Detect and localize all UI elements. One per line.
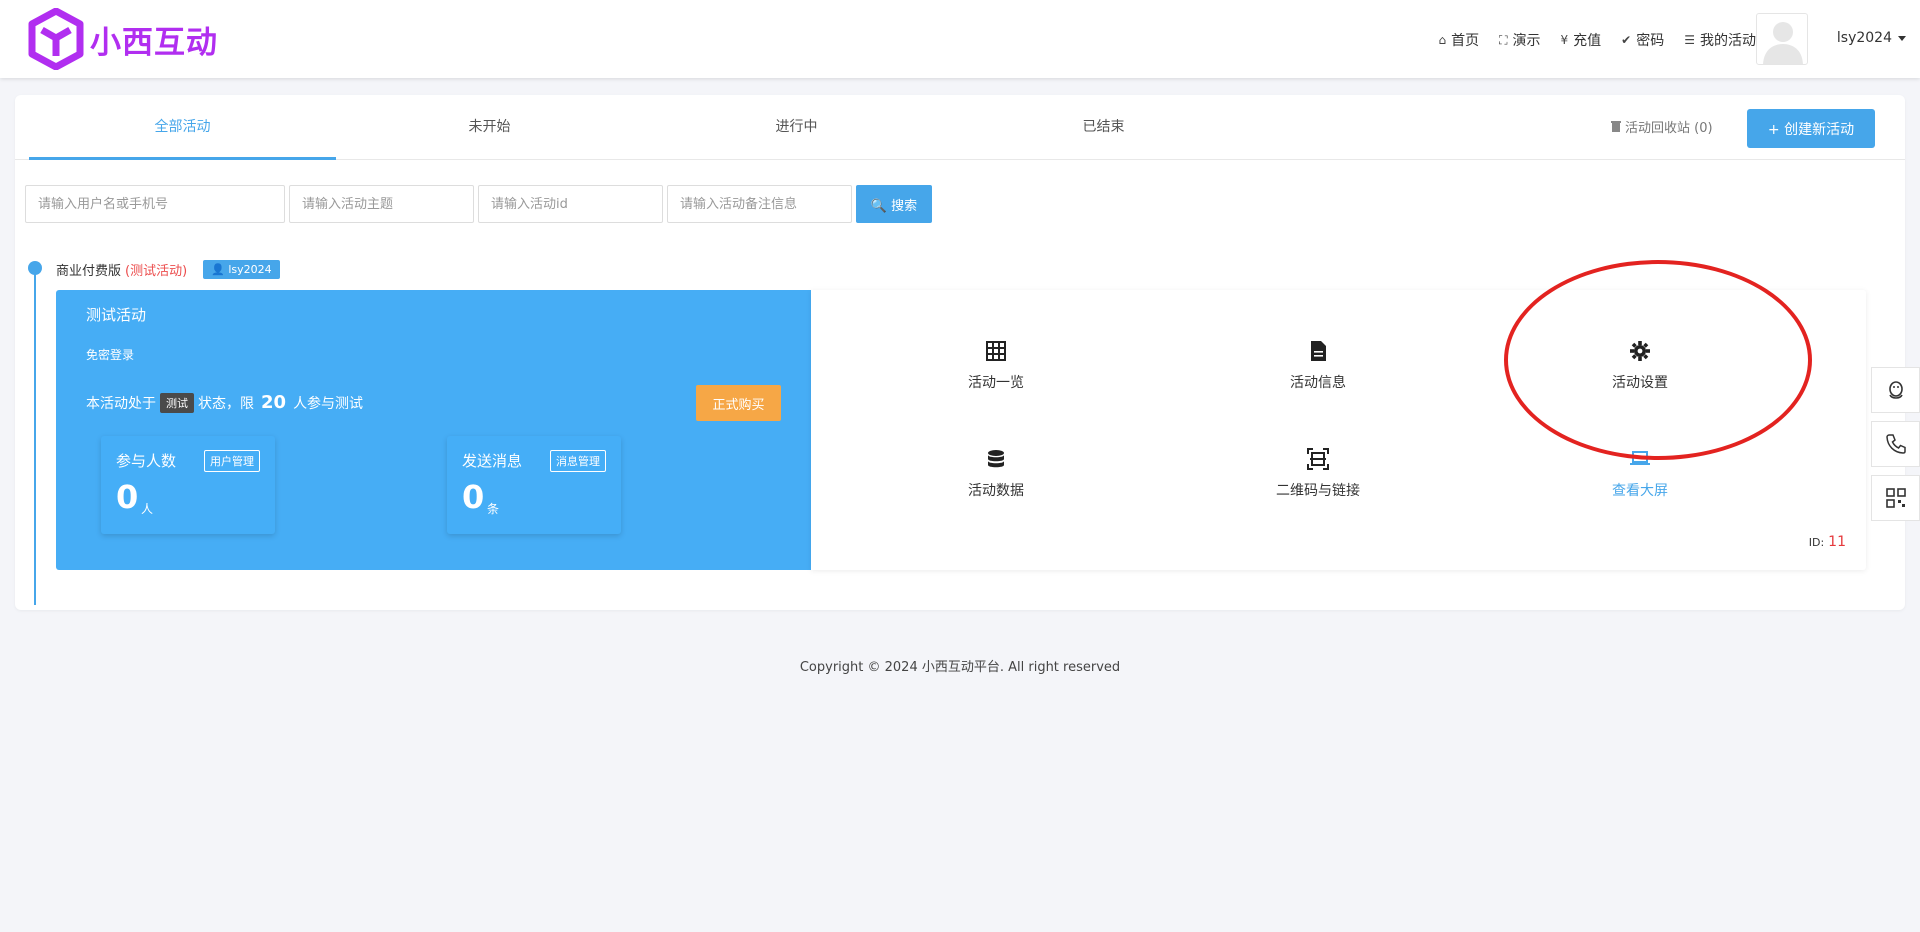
status-suffix: 人参与测试 bbox=[293, 395, 364, 412]
user-menu[interactable]: lsy2024 bbox=[1837, 30, 1906, 46]
participants-stat: 参与人数 用户管理 0 人 bbox=[101, 436, 275, 534]
grid-icon bbox=[986, 341, 1006, 361]
caret-down-icon bbox=[1898, 35, 1906, 41]
logo[interactable]: 小西互动 bbox=[28, 8, 218, 70]
nav-label: 我的活动 bbox=[1700, 33, 1756, 49]
op-label: 活动设置 bbox=[1612, 375, 1668, 391]
database-icon bbox=[988, 450, 1004, 468]
op-label: 活动一览 bbox=[968, 375, 1024, 391]
login-mode: 免密登录 bbox=[86, 348, 135, 362]
op-qrcode-link[interactable]: 二维码与链接 bbox=[1248, 448, 1388, 500]
tab-in-progress[interactable]: 进行中 bbox=[643, 95, 950, 160]
top-nav: ⌂ 首页 ⛶ 演示 ¥ 充值 ✔ 密码 ☰ 我的活动 bbox=[1439, 30, 1757, 50]
username: lsy2024 bbox=[1836, 30, 1892, 46]
stat-value: 0 bbox=[116, 478, 139, 516]
message-management-button[interactable]: 消息管理 bbox=[550, 450, 606, 472]
nav-label: 密码 bbox=[1636, 33, 1665, 49]
logo-text: 小西互动 bbox=[90, 24, 218, 61]
user-silhouette-icon bbox=[1763, 22, 1803, 64]
tab-all[interactable]: 全部活动 bbox=[29, 95, 336, 160]
side-toolbar bbox=[1871, 367, 1920, 529]
nav-my-activities[interactable]: ☰ 我的活动 bbox=[1684, 30, 1756, 50]
gear-icon bbox=[1630, 341, 1650, 361]
stat-unit: 条 bbox=[487, 502, 500, 516]
buy-button[interactable]: 正式购买 bbox=[696, 385, 781, 421]
owner-name: lsy2024 bbox=[228, 263, 272, 276]
phone-support-button[interactable] bbox=[1871, 421, 1920, 467]
activity-note-input[interactable] bbox=[667, 185, 852, 223]
footer-copyright: Copyright © 2024 小西互动平台. All right reser… bbox=[799, 660, 1121, 675]
edition-label: 商业付费版 bbox=[56, 264, 122, 279]
op-big-screen[interactable]: 查看大屏 bbox=[1570, 448, 1710, 500]
stat-unit: 人 bbox=[141, 502, 154, 516]
owner-badge[interactable]: 👤 lsy2024 bbox=[203, 260, 280, 279]
user-management-button[interactable]: 用户管理 bbox=[204, 450, 260, 472]
activity-title: 测试活动 bbox=[86, 306, 147, 324]
activity-theme-input[interactable] bbox=[289, 185, 474, 223]
id-value: 11 bbox=[1828, 534, 1846, 550]
activity-id-input[interactable] bbox=[478, 185, 663, 223]
id-label: ID: bbox=[1808, 536, 1825, 549]
avatar[interactable] bbox=[1756, 13, 1808, 65]
op-label: 活动数据 bbox=[968, 483, 1024, 499]
username-phone-input[interactable] bbox=[25, 185, 285, 223]
nav-label: 首页 bbox=[1451, 33, 1480, 49]
op-label: 二维码与链接 bbox=[1276, 483, 1360, 499]
op-label: 活动信息 bbox=[1290, 375, 1346, 391]
phone-icon bbox=[1885, 434, 1906, 454]
qq-penguin-icon bbox=[1888, 381, 1903, 399]
test-tag: (测试活动) bbox=[125, 264, 188, 279]
status-prefix: 本活动处于 bbox=[86, 395, 156, 412]
stat-value: 0 bbox=[462, 478, 485, 516]
tab-bar: 全部活动 未开始 进行中 已结束 活动回收站 (0) + 创建新活动 bbox=[15, 95, 1905, 160]
home-icon: ⌂ bbox=[1438, 33, 1447, 47]
recycle-bin-link[interactable]: 活动回收站 (0) bbox=[1611, 117, 1713, 136]
logo-cube-icon bbox=[28, 8, 84, 70]
tab-not-started[interactable]: 未开始 bbox=[336, 95, 643, 160]
activity-status: 本活动处于 测试 状态，限 20 人参与测试 bbox=[86, 392, 363, 413]
stat-label: 参与人数 bbox=[116, 452, 177, 470]
tab-ended[interactable]: 已结束 bbox=[950, 95, 1257, 160]
laptop-icon bbox=[1630, 451, 1650, 465]
op-info[interactable]: 活动信息 bbox=[1248, 340, 1388, 392]
status-tag: 测试 bbox=[160, 392, 194, 413]
op-label: 查看大屏 bbox=[1612, 483, 1668, 499]
timeline-dot bbox=[28, 261, 42, 275]
messages-stat: 发送消息 消息管理 0 条 bbox=[447, 436, 621, 534]
list-icon: ☰ bbox=[1684, 33, 1695, 47]
check-circle-icon: ✔ bbox=[1621, 33, 1632, 47]
yen-icon: ¥ bbox=[1560, 33, 1569, 47]
group-title: 商业付费版 (测试活动) 👤 lsy2024 bbox=[56, 260, 280, 279]
create-activity-button[interactable]: + 创建新活动 bbox=[1747, 109, 1875, 148]
top-header: 小西互动 ⌂ 首页 ⛶ 演示 ¥ 充值 ✔ 密码 ☰ 我的活动 lsy2024 bbox=[0, 0, 1920, 78]
recycle-label: 活动回收站 (0) bbox=[1625, 121, 1713, 136]
timeline-line bbox=[34, 265, 36, 605]
user-icon: 👤 bbox=[211, 263, 225, 276]
qrcode-scan-icon bbox=[1307, 448, 1329, 470]
qq-support-button[interactable] bbox=[1871, 367, 1920, 413]
nav-password[interactable]: ✔ 密码 bbox=[1621, 30, 1664, 50]
search-bar: 🔍 搜索 bbox=[25, 185, 932, 223]
nav-label: 演示 bbox=[1512, 33, 1541, 49]
nav-label: 充值 bbox=[1573, 33, 1602, 49]
activity-summary-card: 测试活动 免密登录 本活动处于 测试 状态，限 20 人参与测试 正式购买 参与… bbox=[56, 290, 811, 570]
participant-limit: 20 bbox=[261, 392, 287, 413]
qrcode-button[interactable] bbox=[1871, 475, 1920, 521]
activity-operations: 活动一览 活动信息 活动设置 活动数据 二维码与链接 查看大屏 ID: 11 bbox=[811, 290, 1866, 570]
fullscreen-icon: ⛶ bbox=[1499, 32, 1508, 47]
nav-recharge[interactable]: ¥ 充值 bbox=[1561, 30, 1602, 50]
nav-demo[interactable]: ⛶ 演示 bbox=[1499, 30, 1540, 50]
qrcode-icon bbox=[1885, 488, 1906, 508]
nav-home[interactable]: ⌂ 首页 bbox=[1439, 30, 1480, 50]
stat-label: 发送消息 bbox=[462, 452, 523, 470]
op-data[interactable]: 活动数据 bbox=[926, 448, 1066, 500]
document-icon bbox=[1311, 341, 1326, 361]
main-panel: 全部活动 未开始 进行中 已结束 活动回收站 (0) + 创建新活动 🔍 搜索 … bbox=[15, 95, 1905, 610]
trash-icon bbox=[1611, 121, 1621, 132]
activity-id: ID: 11 bbox=[1809, 534, 1846, 550]
op-overview[interactable]: 活动一览 bbox=[926, 340, 1066, 392]
search-button[interactable]: 🔍 搜索 bbox=[856, 185, 932, 223]
op-settings[interactable]: 活动设置 bbox=[1570, 340, 1710, 392]
status-mid: 状态，限 bbox=[198, 395, 254, 412]
